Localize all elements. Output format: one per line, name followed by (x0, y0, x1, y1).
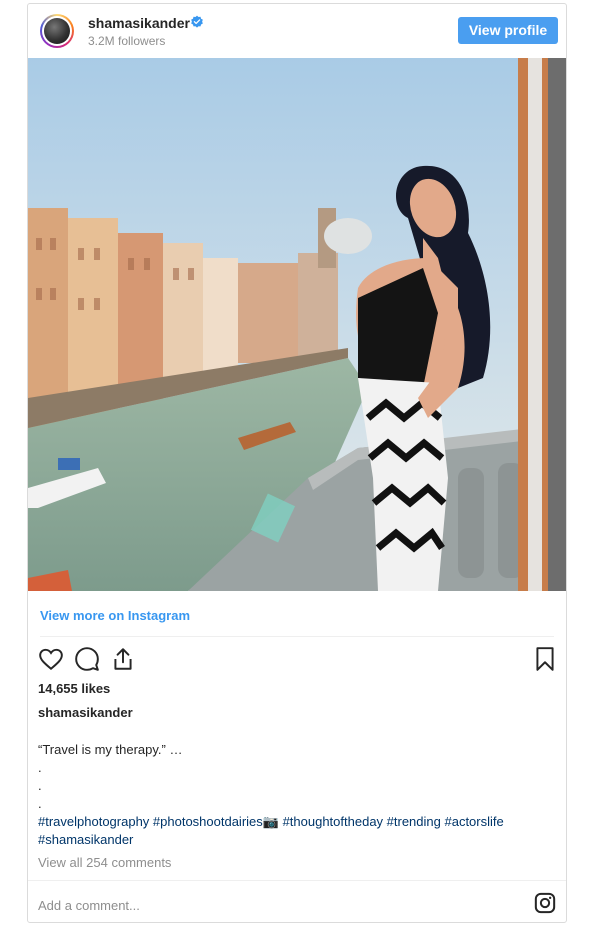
post-header: shamasikander 3.2M followers View profil… (28, 4, 566, 58)
avatar[interactable] (40, 14, 74, 48)
like-count[interactable]: 14,655 likes (38, 681, 110, 696)
view-all-comments-link[interactable]: View all 254 comments (38, 855, 171, 870)
bookmark-icon[interactable] (532, 646, 558, 672)
view-more-on-instagram-link[interactable]: View more on Instagram (40, 608, 190, 623)
instagram-logo-icon[interactable] (534, 892, 556, 914)
add-comment-link[interactable]: Add a comment... (38, 898, 140, 913)
post-photo[interactable] (28, 58, 566, 591)
venice-balcony-photo (28, 58, 566, 591)
comment-icon[interactable] (74, 646, 100, 672)
username[interactable]: shamasikander (88, 15, 190, 31)
view-profile-button[interactable]: View profile (458, 17, 558, 44)
hashtags: #travelphotography #photoshootdairies📷 #… (38, 813, 558, 849)
caption-text: “Travel is my therapy.” … . . . (38, 742, 183, 811)
follower-count: 3.2M followers (88, 34, 166, 48)
hashtags-line-2[interactable]: #shamasikander (38, 831, 558, 849)
hashtags-line-1[interactable]: #travelphotography #photoshootdairies📷 #… (38, 813, 558, 831)
divider (40, 636, 554, 637)
share-icon[interactable] (110, 646, 136, 672)
heart-icon[interactable] (38, 646, 64, 672)
divider (28, 880, 566, 881)
instagram-embed-card: shamasikander 3.2M followers View profil… (27, 3, 567, 923)
caption-username[interactable]: shamasikander (38, 705, 133, 720)
action-bar (36, 644, 558, 674)
verified-badge-icon (191, 15, 203, 28)
